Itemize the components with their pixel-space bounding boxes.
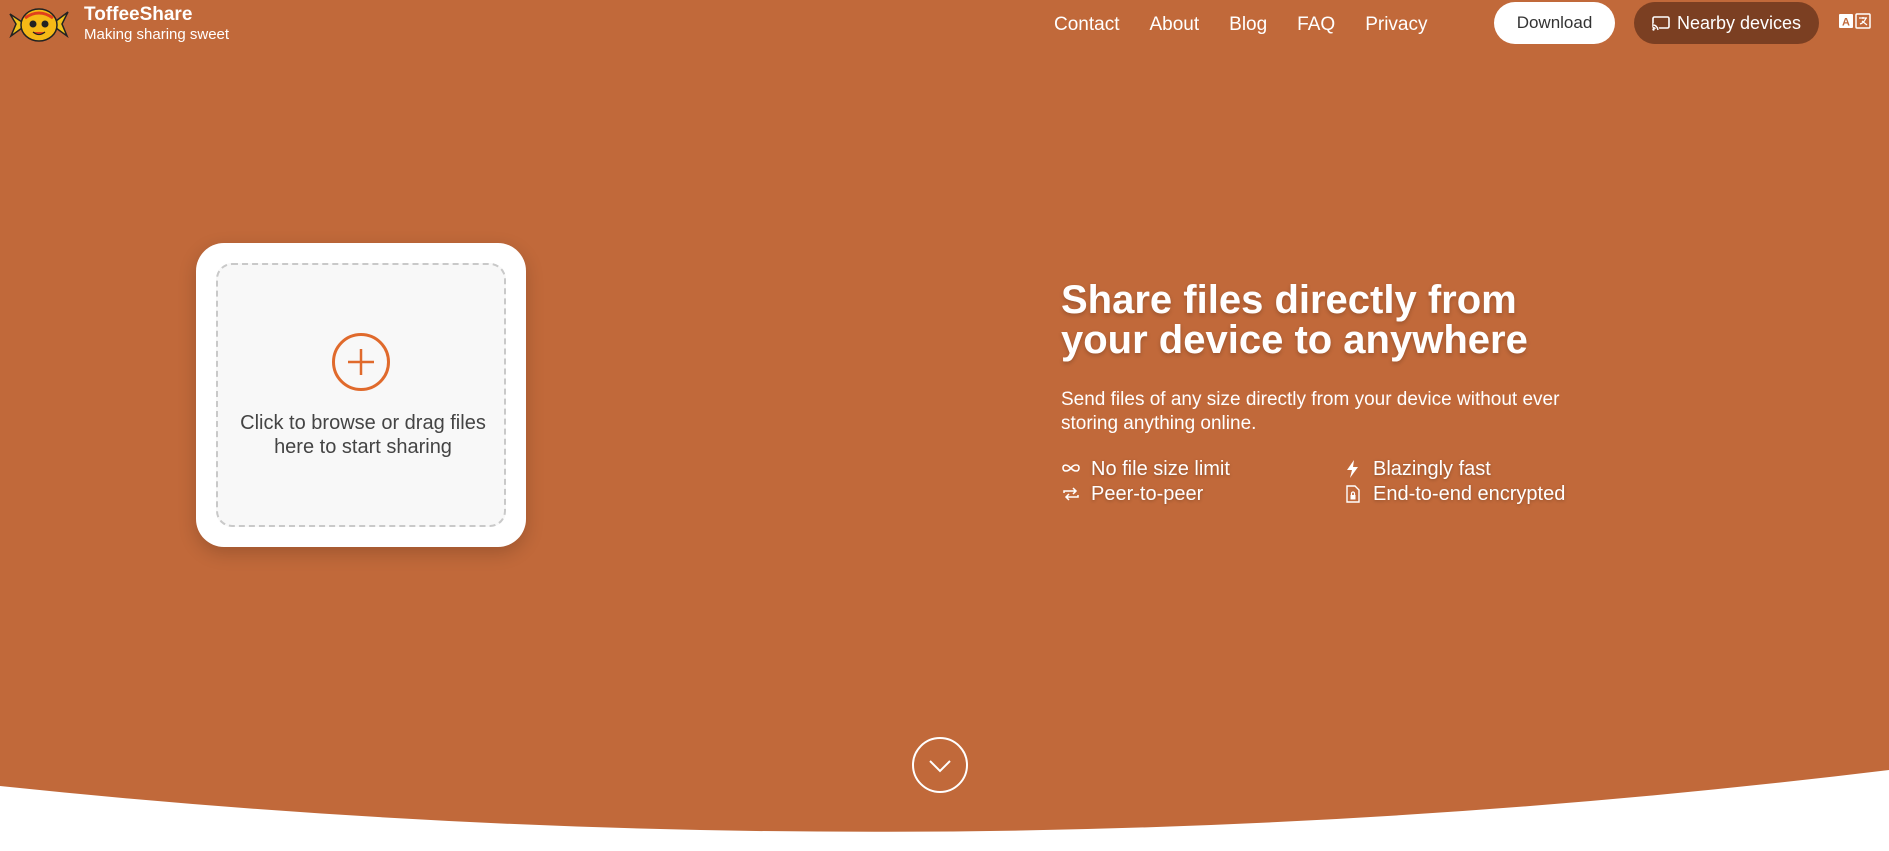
nav-link-contact[interactable]: Contact	[1054, 12, 1119, 38]
feature-label: No file size limit	[1091, 458, 1230, 480]
upload-card: Click to browse or drag files here to st…	[196, 243, 526, 547]
feature-encrypted: End-to-end encrypted	[1343, 482, 1565, 506]
feature-label: Peer-to-peer	[1091, 483, 1204, 505]
dropzone-prompt: Click to browse or drag files here to st…	[240, 412, 486, 458]
cast-icon	[1652, 15, 1670, 31]
infinity-icon	[1061, 460, 1081, 478]
download-button[interactable]: Download	[1494, 2, 1615, 44]
brand-name: ToffeeShare	[84, 4, 193, 25]
hero-section: ToffeeShare Making sharing sweet Contact…	[0, 0, 1889, 851]
nav-link-about[interactable]: About	[1149, 12, 1199, 38]
feature-label: End-to-end encrypted	[1373, 483, 1566, 505]
file-dropzone[interactable]: Click to browse or drag files here to st…	[216, 263, 506, 527]
repeat-icon	[1061, 485, 1081, 503]
plus-circle-icon	[332, 333, 390, 391]
main-nav: Contact About Blog FAQ Privacy	[1054, 12, 1457, 38]
feature-peer-to-peer: Peer-to-peer	[1061, 482, 1203, 506]
nearby-devices-label: Nearby devices	[1676, 12, 1802, 33]
candy-logo	[9, 8, 69, 42]
translate-icon[interactable]: A	[1838, 12, 1872, 30]
hero-headline: Share files directly from your device to…	[1061, 278, 1528, 362]
brand-tagline: Making sharing sweet	[84, 26, 230, 43]
nav-link-blog[interactable]: Blog	[1229, 12, 1267, 38]
brand[interactable]: ToffeeShare Making sharing sweet	[8, 4, 229, 44]
svg-text:A: A	[1842, 17, 1850, 29]
bottom-wave	[0, 770, 1889, 851]
nearby-devices-button[interactable]: Nearby devices	[1634, 2, 1819, 44]
feature-fast: Blazingly fast	[1343, 457, 1491, 481]
hero-subtext: Send files of any size directly from you…	[1061, 389, 1560, 434]
feature-no-size-limit: No file size limit	[1061, 457, 1230, 481]
nav-link-privacy[interactable]: Privacy	[1365, 12, 1427, 38]
lightning-icon	[1343, 460, 1363, 478]
nav-link-faq[interactable]: FAQ	[1297, 12, 1335, 38]
feature-label: Blazingly fast	[1373, 458, 1491, 480]
lock-file-icon	[1343, 485, 1363, 503]
